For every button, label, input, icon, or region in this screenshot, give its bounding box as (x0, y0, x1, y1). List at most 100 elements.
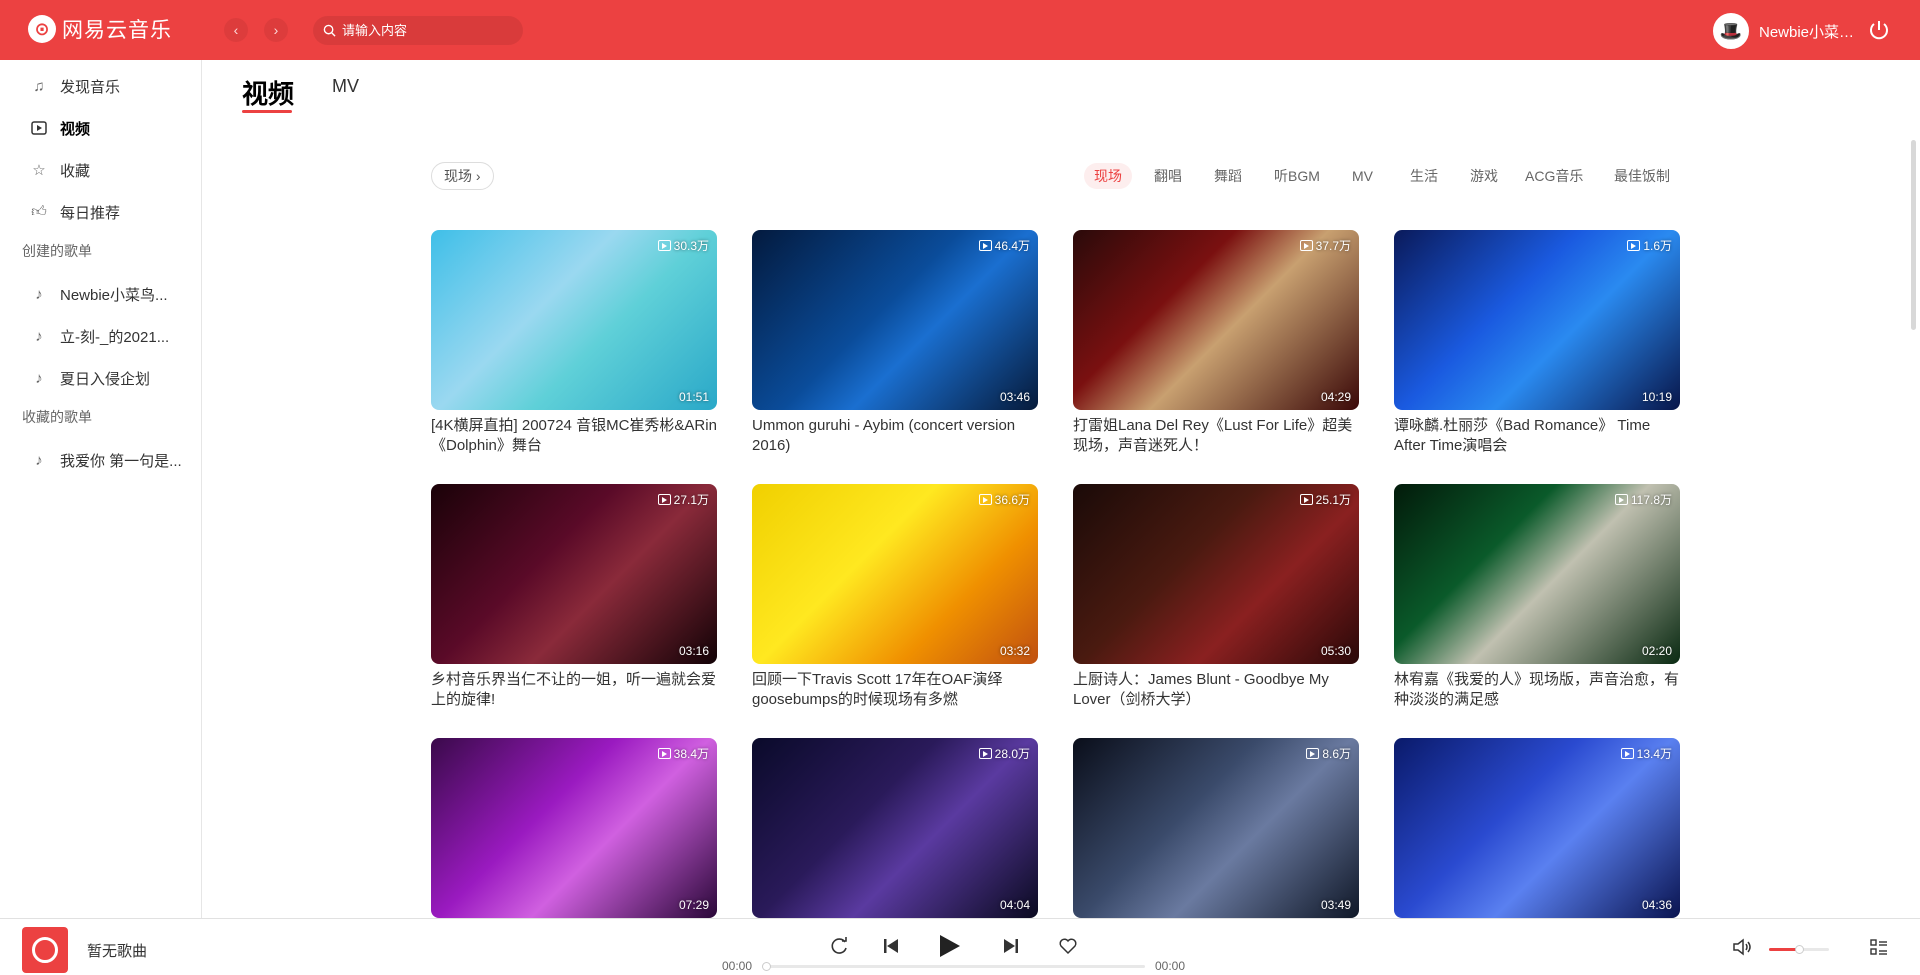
video-card[interactable]: 13.4万 04:36 (1394, 738, 1680, 924)
play-button[interactable] (935, 932, 963, 960)
tab-video[interactable]: 视频 (242, 74, 294, 111)
play-count: 28.0万 (978, 745, 1030, 762)
video-title[interactable]: 谭咏麟.杜丽莎《Bad Romance》 Time After Time演唱会 (1394, 416, 1680, 456)
top-bar: ⊙ 网易云音乐 ‹ › 🎩 Newbie小菜… (0, 0, 1920, 60)
video-card[interactable]: 37.7万 04:29 打雷姐Lana Del Rey《Lust For Life》… (1073, 230, 1359, 456)
power-icon[interactable] (1867, 18, 1891, 42)
video-card[interactable]: 28.0万 04:04 (752, 738, 1038, 924)
sidebar-item-video[interactable]: 视频 (30, 116, 90, 140)
previous-track-button[interactable] (882, 937, 900, 955)
video-card[interactable]: 1.6万 10:19 谭咏麟.杜丽莎《Bad Romance》 Time After… (1394, 230, 1680, 456)
sidebar-playlist[interactable]: ♪ 夏日入侵企划 (30, 366, 150, 390)
progress-bar[interactable] (762, 962, 1145, 971)
tab-mv[interactable]: MV (332, 76, 359, 97)
app-logo[interactable]: ⊙ 网易云音乐 (28, 14, 172, 44)
video-thumbnail[interactable]: 1.6万 10:19 (1394, 230, 1680, 410)
video-thumbnail[interactable]: 117.8万 02:20 (1394, 484, 1680, 664)
playlist-icon: ♪ (35, 451, 43, 469)
progress-knob[interactable] (762, 962, 771, 971)
back-button[interactable]: ‹ (224, 18, 248, 42)
loop-icon[interactable] (828, 935, 850, 957)
playlist-queue-icon[interactable] (1869, 937, 1889, 957)
category-filter-button[interactable]: 现场 › (431, 162, 494, 190)
sidebar-item-label: 视频 (60, 120, 91, 138)
category-tag[interactable]: 听BGM (1264, 163, 1330, 189)
video-duration: 04:04 (999, 898, 1030, 912)
video-card[interactable]: 117.8万 02:20 林宥嘉《我爱的人》现场版，声音治愈，有种淡淡的满足感 (1394, 484, 1680, 710)
video-thumbnail[interactable]: 13.4万 04:36 (1394, 738, 1680, 918)
netease-logo-icon: ⊙ (28, 15, 56, 43)
playlist-icon: ♪ (35, 369, 43, 387)
sidebar-playlist[interactable]: ♪ 立-刻-_的2021... (30, 324, 169, 348)
sidebar-item-discover[interactable]: ♫ 发现音乐 (30, 74, 120, 98)
video-card[interactable]: 38.4万 07:29 (431, 738, 717, 924)
play-count: 13.4万 (1620, 745, 1672, 762)
play-count-icon (978, 240, 992, 251)
video-title[interactable]: 乡村音乐界当仁不让的一姐，听一遍就会爱上的旋律! (431, 670, 717, 710)
heart-icon[interactable] (1058, 936, 1078, 956)
play-count-icon (1620, 748, 1634, 759)
video-thumbnail[interactable]: 36.6万 03:32 (752, 484, 1038, 664)
video-title[interactable]: 上厨诗人：James Blunt - Goodbye My Lover（剑桥大学… (1073, 670, 1359, 710)
video-title[interactable]: [4K横屏直拍] 200724 音银MC崔秀彬&ARin《Dolphin》舞台 (431, 416, 717, 456)
video-card[interactable]: 36.6万 03:32 回顾一下Travis Scott 17年在OAF演绎goos… (752, 484, 1038, 710)
sidebar-item-label: 每日推荐 (60, 204, 121, 222)
play-count-icon (978, 494, 992, 505)
created-playlists-header: 创建的歌单 (22, 243, 92, 259)
video-thumbnail[interactable]: 27.1万 03:16 (431, 484, 717, 664)
video-thumbnail[interactable]: 28.0万 04:04 (752, 738, 1038, 918)
play-count-icon (657, 748, 671, 759)
scrollbar[interactable] (1911, 140, 1916, 330)
play-count-text: 37.7万 (1315, 239, 1351, 253)
user-name[interactable]: Newbie小菜… (1759, 21, 1854, 42)
volume-knob[interactable] (1795, 945, 1804, 954)
video-title[interactable]: 回顾一下Travis Scott 17年在OAF演绎goosebumps的时候现… (752, 670, 1038, 710)
volume-slider[interactable] (1769, 945, 1829, 954)
video-thumbnail[interactable]: 46.4万 03:46 (752, 230, 1038, 410)
category-tag[interactable]: 游戏 (1460, 163, 1508, 189)
category-tag[interactable]: 现场 (1084, 163, 1132, 189)
video-card[interactable]: 25.1万 05:30 上厨诗人：James Blunt - Goodbye My … (1073, 484, 1359, 710)
sidebar-item-favorites[interactable]: ☆ 收藏 (30, 158, 90, 182)
sidebar-item-daily[interactable]: 👍︎ 每日推荐 (30, 200, 120, 224)
user-menu[interactable]: 🎩 Newbie小菜… (1713, 13, 1854, 49)
video-duration: 10:19 (1641, 390, 1672, 404)
video-card[interactable]: 8.6万 03:49 (1073, 738, 1359, 924)
video-title[interactable]: 林宥嘉《我爱的人》现场版，声音治愈，有种淡淡的满足感 (1394, 670, 1680, 710)
search-input[interactable] (342, 23, 512, 38)
next-track-button[interactable] (1002, 937, 1020, 955)
category-tag[interactable]: MV (1342, 163, 1383, 189)
category-tag[interactable]: ACG音乐 (1515, 163, 1593, 189)
album-cover[interactable] (22, 927, 68, 973)
video-thumbnail[interactable]: 8.6万 03:49 (1073, 738, 1359, 918)
video-card[interactable]: 30.3万 01:51 [4K横屏直拍] 200724 音银MC崔秀彬&ARin《D… (431, 230, 717, 456)
video-thumbnail[interactable]: 37.7万 04:29 (1073, 230, 1359, 410)
play-count-text: 36.6万 (994, 493, 1030, 507)
video-thumbnail[interactable]: 38.4万 07:29 (431, 738, 717, 918)
chevron-left-icon: ‹ (233, 22, 239, 38)
video-thumbnail[interactable]: 30.3万 01:51 (431, 230, 717, 410)
collected-playlists-header: 收藏的歌单 (22, 409, 92, 425)
time-total: 00:00 (1155, 959, 1186, 973)
category-tag[interactable]: 最佳饭制 (1604, 163, 1680, 189)
category-tag[interactable]: 舞蹈 (1204, 163, 1252, 189)
sidebar-item-label: 夏日入侵企划 (60, 370, 151, 388)
video-title[interactable]: Ummon guruhi - Aybim (concert version 20… (752, 416, 1038, 456)
video-duration: 04:36 (1641, 898, 1672, 912)
video-title[interactable]: 打雷姐Lana Del Rey《Lust For Life》超美现场，声音迷死人… (1073, 416, 1359, 456)
app-title: 网易云音乐 (62, 19, 172, 42)
sidebar-playlist[interactable]: ♪ 我爱你 第一句是... (30, 448, 181, 472)
category-tag[interactable]: 生活 (1400, 163, 1448, 189)
volume-icon[interactable] (1732, 937, 1754, 957)
forward-button[interactable]: › (264, 18, 288, 42)
search-box[interactable] (313, 16, 523, 45)
play-count-icon (1299, 240, 1313, 251)
avatar[interactable]: 🎩 (1713, 13, 1749, 49)
play-count: 117.8万 (1614, 491, 1672, 508)
category-tag[interactable]: 翻唱 (1144, 163, 1192, 189)
video-thumbnail[interactable]: 25.1万 05:30 (1073, 484, 1359, 664)
sidebar-playlist[interactable]: ♪ Newbie小菜鸟... (30, 282, 167, 306)
video-card[interactable]: 27.1万 03:16 乡村音乐界当仁不让的一姐，听一遍就会爱上的旋律! (431, 484, 717, 710)
video-card[interactable]: 46.4万 03:46 Ummon guruhi - Aybim (concert … (752, 230, 1038, 456)
playlist-icon: ♪ (35, 327, 43, 345)
